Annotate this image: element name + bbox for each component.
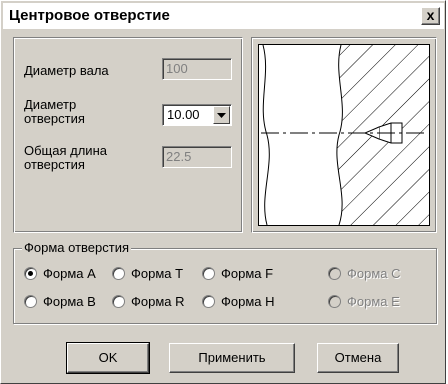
radio-button bbox=[328, 266, 341, 280]
apply-button[interactable]: Применить bbox=[169, 343, 295, 373]
radio-button[interactable] bbox=[24, 294, 37, 308]
hole-diameter-value: 10.00 bbox=[167, 107, 200, 122]
window-title: Центровое отверстие bbox=[9, 7, 170, 24]
radio-shape-r[interactable]: Форма R bbox=[112, 293, 185, 309]
close-button[interactable]: x bbox=[421, 7, 440, 25]
radio-shape-b[interactable]: Форма B bbox=[24, 293, 96, 309]
radio-shape-f[interactable]: Форма F bbox=[202, 265, 273, 281]
center-hole-drawing bbox=[261, 44, 429, 226]
radio-button[interactable] bbox=[112, 294, 125, 308]
center-hole-dialog: Центровое отверстие x Диаметр вала 100 Д… bbox=[0, 0, 446, 384]
dropdown-button[interactable] bbox=[213, 106, 230, 124]
total-length-label: Общая длина отверстия bbox=[24, 143, 107, 172]
radio-shape-e: Форма E bbox=[328, 293, 400, 309]
radio-shape-a[interactable]: Форма A bbox=[24, 265, 96, 281]
preview-panel bbox=[251, 37, 437, 233]
radio-label: Форма B bbox=[43, 293, 96, 309]
hole-shape-group-title: Форма отверстия bbox=[22, 240, 131, 255]
chevron-down-icon bbox=[217, 113, 226, 118]
radio-shape-t[interactable]: Форма T bbox=[112, 265, 183, 281]
radio-label: Форма C bbox=[347, 265, 401, 281]
radio-button[interactable] bbox=[202, 294, 215, 308]
hole-diameter-select[interactable]: 10.00 bbox=[162, 104, 232, 126]
ok-button[interactable]: OK bbox=[66, 342, 150, 374]
radio-label: Форма F bbox=[221, 265, 274, 281]
close-icon: x bbox=[426, 7, 435, 23]
radio-shape-c: Форма C bbox=[328, 265, 401, 281]
radio-shape-h[interactable]: Форма H bbox=[202, 293, 275, 309]
total-length-field[interactable]: 22.5 bbox=[162, 146, 232, 168]
radio-label: Форма H bbox=[221, 293, 275, 309]
radio-label: Форма E bbox=[347, 293, 400, 309]
parameters-panel: Диаметр вала 100 Диаметр отверстия 10.00… bbox=[13, 37, 243, 233]
radio-button[interactable] bbox=[202, 266, 215, 280]
shaft-diameter-field[interactable]: 100 bbox=[162, 58, 232, 80]
radio-label: Форма T bbox=[131, 265, 184, 281]
radio-button[interactable] bbox=[112, 266, 125, 280]
hole-shape-group: Форма отверстия Форма A Форма T Форма F … bbox=[13, 240, 437, 324]
radio-selected-dot bbox=[28, 270, 33, 276]
radio-button bbox=[328, 294, 341, 308]
radio-label: Форма R bbox=[131, 293, 185, 309]
shaft-diameter-label: Диаметр вала bbox=[24, 63, 109, 78]
hole-preview-image bbox=[258, 44, 430, 226]
hole-diameter-label: Диаметр отверстия bbox=[24, 97, 85, 126]
radio-label: Форма A bbox=[43, 265, 96, 281]
cancel-button[interactable]: Отмена bbox=[317, 343, 399, 373]
radio-button[interactable] bbox=[24, 266, 37, 280]
title-bar: Центровое отверстие x bbox=[3, 3, 444, 29]
